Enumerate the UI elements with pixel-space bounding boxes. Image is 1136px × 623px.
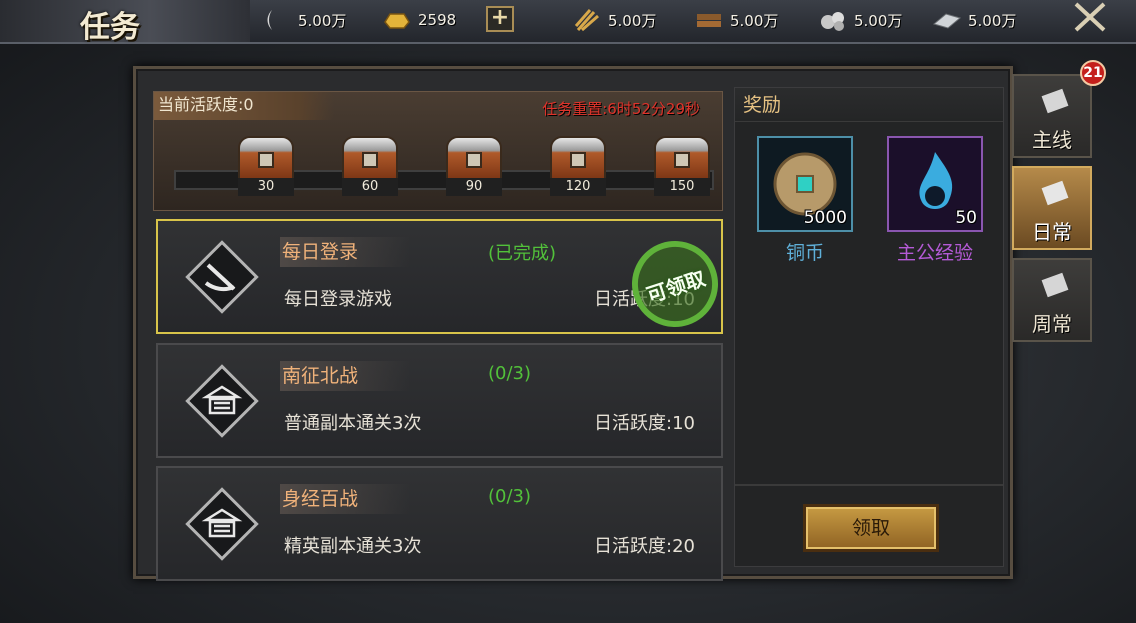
chest-lock-icon: [258, 152, 274, 168]
tab-label: 主线: [1032, 128, 1072, 152]
activity-chest[interactable]: 30: [236, 134, 296, 200]
resource-grain: 5.00万: [572, 6, 656, 34]
resource-gold: 2598: [382, 6, 456, 34]
resource-moon: 5.00万: [262, 6, 346, 34]
task-icon: [184, 239, 260, 315]
task-points: 日活跃度:20: [594, 536, 695, 557]
reward-name: 主公经验: [896, 242, 973, 264]
rewards-panel: 奖励 5000 铜币 50 主公经验 领取: [734, 87, 1004, 567]
crossed-swords-close-icon: [1074, 2, 1106, 32]
resource-value: 5.00万: [968, 11, 1017, 30]
resource-wood: 5.00万: [694, 6, 778, 34]
page-title: 任务: [80, 10, 140, 45]
pavilion-icon: [201, 508, 243, 538]
tab-weekly[interactable]: 周常: [1012, 258, 1092, 342]
scroll-icon: [1041, 88, 1069, 114]
activity-label: 当前活跃度:0: [154, 92, 334, 120]
task-name: 每日登录: [280, 237, 410, 267]
chest-threshold: 30: [238, 178, 294, 196]
grain-icon: [574, 9, 599, 32]
rewards-title: 奖励: [735, 88, 1003, 122]
chest-lock-icon: [466, 152, 482, 168]
chest-threshold: 90: [446, 178, 502, 196]
resource-value: 5.00万: [730, 11, 779, 30]
notification-badge: 21: [1080, 60, 1106, 86]
top-bar: 任务 5.00万 2598 + 5.00万 5.00万 5.00万 5.00万: [0, 0, 1136, 45]
rewards-divider: [735, 484, 1003, 486]
chest-threshold: 120: [550, 178, 606, 196]
task-progress: (已完成): [488, 243, 557, 264]
pavilion-icon: [201, 385, 243, 415]
activity-chest[interactable]: 90: [444, 134, 504, 200]
reward-name: 铜币: [785, 242, 824, 264]
sword-icon: [204, 263, 236, 292]
reward-count: 5000: [803, 208, 847, 228]
stamp-text: 可领取: [643, 266, 709, 308]
tab-main-quest[interactable]: 主线: [1012, 74, 1092, 158]
activity-bar: 当前活跃度:0 任务重置:6时52分29秒 30 60 90 120 150: [153, 91, 723, 211]
reward-count: 50: [955, 208, 977, 228]
task-description: 每日登录游戏: [284, 289, 392, 310]
claim-button[interactable]: 领取: [803, 504, 939, 552]
activity-chest[interactable]: 60: [340, 134, 400, 200]
activity-chest[interactable]: 120: [548, 134, 608, 200]
task-description: 精英副本通关3次: [284, 536, 422, 557]
reward-frame: 50: [887, 136, 983, 232]
resource-value: 2598: [418, 11, 457, 29]
task-row[interactable]: 每日登录 (已完成) 每日登录游戏 日活跃度:10 可领取: [156, 219, 730, 339]
iron-icon: [932, 13, 962, 29]
task-icon: [184, 363, 260, 439]
resource-value: 5.00万: [854, 11, 903, 30]
chest-lock-icon: [362, 152, 378, 168]
scroll-icon: [1041, 272, 1069, 298]
activity-chest[interactable]: 150: [652, 134, 712, 200]
reward-frame: 5000: [757, 136, 853, 232]
task-panel: 当前活跃度:0 任务重置:6时52分29秒 30 60 90 120 150 每…: [133, 66, 1013, 581]
chest-lock-icon: [674, 152, 690, 168]
task-icon: [184, 486, 260, 562]
task-progress: (0/3): [488, 486, 532, 507]
gold-ingot-icon: [384, 13, 410, 29]
reset-timer: 任务重置:6时52分29秒: [542, 100, 700, 118]
task-row[interactable]: 南征北战 (0/3) 普通副本通关3次 日活跃度:10: [156, 343, 723, 458]
task-progress: (0/3): [488, 363, 532, 384]
task-name: 身经百战: [280, 484, 410, 514]
wood-icon: [697, 14, 721, 27]
resource-value: 5.00万: [298, 11, 347, 30]
resource-value: 5.00万: [608, 11, 657, 30]
claimable-stamp[interactable]: 可领取: [620, 229, 730, 339]
scroll-icon: [1041, 180, 1069, 206]
stone-icon: [821, 12, 844, 31]
resource-stone: 5.00万: [818, 6, 902, 34]
task-name: 南征北战: [280, 361, 410, 391]
chest-lock-icon: [570, 152, 586, 168]
chest-threshold: 150: [654, 178, 710, 196]
resource-iron: 5.00万: [932, 6, 1016, 34]
close-button[interactable]: [1070, 0, 1110, 34]
task-description: 普通副本通关3次: [284, 413, 422, 434]
reward-item[interactable]: 5000 铜币: [757, 136, 853, 264]
add-gold-button[interactable]: +: [486, 6, 514, 32]
tab-label: 日常: [1032, 220, 1072, 244]
moon-blade-icon: [267, 10, 272, 30]
reward-item[interactable]: 50 主公经验: [887, 136, 983, 264]
tab-daily[interactable]: 日常: [1012, 166, 1092, 250]
chest-threshold: 60: [342, 178, 398, 196]
task-list-area: 当前活跃度:0 任务重置:6时52分29秒 30 60 90 120 150 每…: [153, 91, 730, 581]
task-points: 日活跃度:10: [594, 413, 695, 434]
task-row[interactable]: 身经百战 (0/3) 精英副本通关3次 日活跃度:20: [156, 466, 723, 581]
tab-label: 周常: [1032, 312, 1072, 336]
